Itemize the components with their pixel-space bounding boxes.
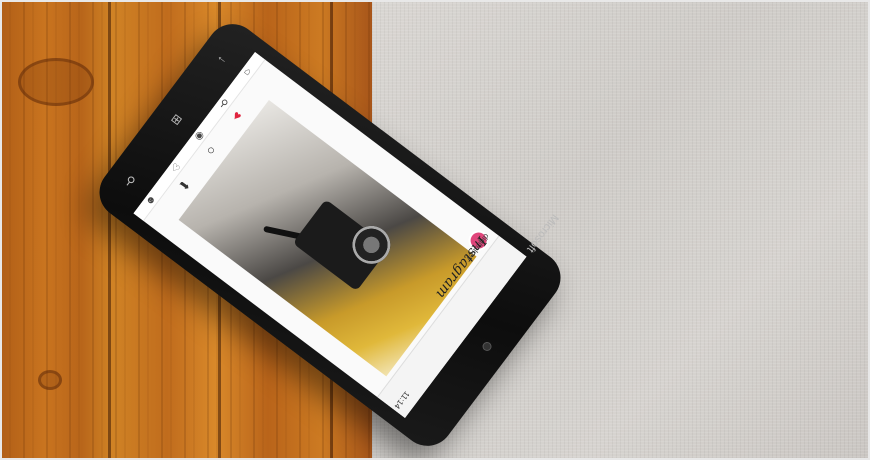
comment-icon[interactable]: ○: [201, 141, 221, 161]
photo-scene: ← ⊞ ⚲ ⌂ ⚲ ◉ ♡ ☻ ♥ ○ ➦ digitalrev Instagr…: [0, 0, 870, 460]
back-icon[interactable]: ←: [214, 49, 232, 67]
wood-knot: [38, 370, 62, 390]
share-icon[interactable]: ➦: [175, 175, 195, 195]
front-camera: [480, 340, 494, 353]
search-icon[interactable]: ⚲: [217, 97, 229, 110]
home-icon[interactable]: ⌂: [242, 66, 253, 78]
profile-icon[interactable]: ☻: [143, 193, 158, 208]
windows-icon[interactable]: ⊞: [168, 111, 184, 128]
status-time: 11:14: [392, 389, 411, 411]
search-icon[interactable]: ⚲: [123, 172, 138, 188]
plank-gap: [108, 0, 111, 460]
heart-icon[interactable]: ♥: [227, 106, 247, 126]
wood-knot: [18, 58, 94, 106]
